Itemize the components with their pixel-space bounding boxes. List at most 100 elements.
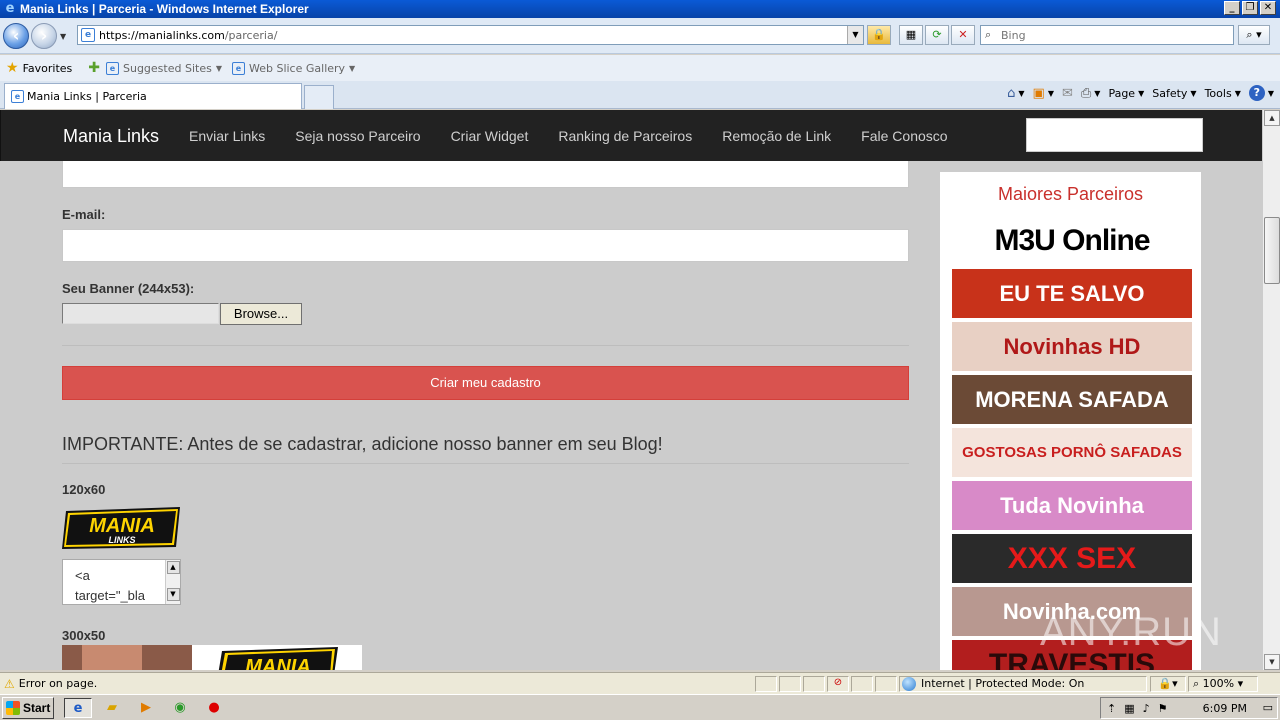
security-zone[interactable]: Internet | Protected Mode: On bbox=[899, 676, 1147, 692]
popup-blocker-icon[interactable]: ⊘ bbox=[827, 676, 849, 692]
textarea-scrollbar[interactable]: ▲ ▼ bbox=[165, 560, 180, 604]
add-to-favorites-button[interactable]: ✚ bbox=[88, 60, 104, 76]
restore-button[interactable]: ❐ bbox=[1242, 1, 1258, 15]
minimize-button[interactable]: _ bbox=[1224, 1, 1240, 15]
previous-text-field[interactable] bbox=[62, 161, 909, 188]
suggested-sites-button[interactable]: e Suggested Sites ▼ bbox=[106, 61, 222, 75]
start-button[interactable]: Start bbox=[2, 697, 54, 719]
suggested-sites-icon: e bbox=[106, 61, 119, 75]
start-label: Start bbox=[23, 701, 51, 715]
scroll-up-icon[interactable]: ▲ bbox=[166, 561, 180, 574]
search-input[interactable] bbox=[1001, 28, 1221, 42]
divider bbox=[62, 463, 909, 464]
scroll-up-arrow-icon[interactable]: ▲ bbox=[1264, 110, 1280, 126]
home-button[interactable]: ⌂ ▼ bbox=[1007, 86, 1024, 101]
tray-expand-icon[interactable]: ⇡ bbox=[1107, 702, 1116, 715]
scrollbar-thumb[interactable] bbox=[1264, 217, 1280, 284]
recent-pages-dropdown-icon[interactable]: ▼ bbox=[60, 32, 66, 41]
page-menu[interactable]: Page ▼ bbox=[1108, 87, 1144, 100]
site-brand-link[interactable]: Mania Links bbox=[63, 126, 159, 147]
protected-mode-icon[interactable]: 🔒▾ bbox=[1150, 676, 1186, 692]
tools-menu[interactable]: Tools ▼ bbox=[1205, 87, 1241, 100]
close-window-button[interactable]: ✕ bbox=[1260, 1, 1276, 15]
windows-taskbar: Start e ▰ ▶ ◉ ● ⇡ ▦ ♪ ⚑ 6:09 PM ▭ bbox=[0, 694, 1280, 720]
page-viewport: Mania Links Enviar Links Seja nosso Parce… bbox=[0, 110, 1262, 670]
zone-text: Internet | Protected Mode: On bbox=[921, 677, 1085, 690]
taskbar-ie-icon[interactable]: e bbox=[64, 698, 92, 718]
site-nav-link[interactable]: Seja nosso Parceiro bbox=[280, 128, 435, 144]
refresh-icon[interactable]: ⟳ bbox=[925, 25, 949, 45]
partner-banner[interactable]: Novinhas HD bbox=[952, 322, 1192, 371]
favorites-button[interactable]: ★ Favorites bbox=[6, 60, 72, 76]
command-bar: ⌂ ▼ ▣ ▼ ✉ ⎙ ▼ Page ▼ Safety ▼ Tools ▼ ? ▼ bbox=[1007, 85, 1274, 101]
help-menu[interactable]: ? ▼ bbox=[1248, 85, 1274, 101]
stop-icon[interactable]: ✕ bbox=[951, 25, 975, 45]
taskbar-folder-icon[interactable]: ▰ bbox=[98, 698, 126, 718]
watermark-text: ANY.RUN bbox=[1040, 610, 1222, 654]
taskbar-chrome-icon[interactable]: ◉ bbox=[166, 698, 194, 718]
taskbar-media-player-icon[interactable]: ▶ bbox=[132, 698, 160, 718]
partner-banner[interactable]: Tuda Novinha bbox=[952, 481, 1192, 530]
create-account-button[interactable]: Criar meu cadastro bbox=[62, 366, 909, 400]
banner-file-path-field[interactable] bbox=[62, 303, 219, 324]
ie-logo-icon: e bbox=[5, 1, 15, 16]
show-desktop-icon[interactable]: ▭ bbox=[1263, 701, 1273, 714]
compatibility-view-icon[interactable]: ▦ bbox=[899, 25, 923, 45]
partner-banner[interactable]: M3U Online bbox=[952, 216, 1192, 265]
tray-volume-icon[interactable]: ♪ bbox=[1143, 702, 1150, 715]
scroll-down-icon[interactable]: ▼ bbox=[166, 588, 180, 601]
web-slice-gallery-button[interactable]: e Web Slice Gallery ▼ bbox=[231, 61, 355, 75]
tray-network-icon[interactable]: ▦ bbox=[1124, 702, 1134, 715]
search-box[interactable]: ⌕ bbox=[980, 25, 1234, 45]
new-tab-button[interactable] bbox=[304, 85, 334, 109]
partner-banner[interactable]: GOSTOSAS PORNÔ SAFADAS bbox=[952, 428, 1192, 477]
address-dropdown-icon[interactable]: ▼ bbox=[847, 26, 863, 44]
status-cell bbox=[755, 676, 777, 692]
site-nav-link[interactable]: Fale Conosco bbox=[846, 128, 962, 144]
warning-icon[interactable]: ⚠ bbox=[4, 677, 15, 691]
taskbar-antivirus-icon[interactable]: ● bbox=[200, 698, 228, 718]
scroll-down-arrow-icon[interactable]: ▼ bbox=[1264, 654, 1280, 670]
status-bar: ⚠ Error on page. ⊘ Internet | Protected … bbox=[0, 672, 1280, 694]
tray-flag-icon[interactable]: ⚑ bbox=[1158, 702, 1168, 715]
banner-logo-bottom-text: LINKS bbox=[109, 535, 136, 545]
help-icon: ? bbox=[1248, 85, 1265, 101]
site-nav-link[interactable]: Enviar Links bbox=[174, 128, 280, 144]
lock-icon[interactable]: 🔒 bbox=[867, 25, 891, 45]
banner-logo-top-text: MANIA bbox=[89, 515, 155, 537]
partner-banner[interactable]: EU TE SALVO bbox=[952, 269, 1192, 318]
search-button[interactable]: ⌕ ▾ bbox=[1238, 25, 1270, 45]
print-button[interactable]: ⎙ ▼ bbox=[1081, 86, 1101, 101]
tab-mania-links[interactable]: e Mania Links | Parceria bbox=[4, 83, 302, 109]
banner-size-300-label: 300x50 bbox=[62, 628, 106, 643]
code-snippet-text: <a target="_bla bbox=[75, 568, 146, 603]
feeds-button[interactable]: ▣ ▼ bbox=[1033, 86, 1054, 101]
clock[interactable]: 6:09 PM bbox=[1203, 702, 1247, 715]
mania-links-banner-120: MANIA LINKS bbox=[62, 507, 180, 549]
browse-button[interactable]: Browse... bbox=[220, 303, 302, 325]
favorites-label: Favorites bbox=[22, 61, 73, 75]
rss-icon: ▣ bbox=[1032, 85, 1045, 101]
partner-banner-text: M3U Online bbox=[994, 223, 1150, 257]
status-message[interactable]: Error on page. bbox=[19, 677, 97, 690]
site-nav-link[interactable]: Remoção de Link bbox=[707, 128, 846, 144]
site-search-input[interactable] bbox=[1026, 118, 1203, 152]
page-scrollbar[interactable]: ▲ ▼ bbox=[1262, 110, 1280, 670]
zoom-control[interactable]: ⌕ 100% ▾ bbox=[1188, 676, 1258, 692]
tab-bar: e Mania Links | Parceria ⌂ ▼ ▣ ▼ ✉ ⎙ ▼ Page… bbox=[0, 81, 1280, 109]
partner-banner[interactable]: MORENA SAFADA bbox=[952, 375, 1192, 424]
mail-button[interactable]: ✉ bbox=[1062, 86, 1073, 101]
address-field[interactable]: e https://manialinks.com/parceria/ ▼ bbox=[77, 25, 864, 45]
safety-menu[interactable]: Safety ▼ bbox=[1152, 87, 1196, 100]
email-field[interactable] bbox=[62, 229, 909, 262]
forward-button[interactable]: › bbox=[31, 23, 57, 49]
system-tray: ⇡ ▦ ♪ ⚑ 6:09 PM ▭ bbox=[1100, 697, 1278, 719]
important-notice: IMPORTANTE: Antes de se cadastrar, adici… bbox=[62, 434, 663, 454]
site-nav-link[interactable]: Criar Widget bbox=[436, 128, 544, 144]
globe-icon bbox=[902, 677, 916, 691]
site-nav-link[interactable]: Ranking de Parceiros bbox=[543, 128, 707, 144]
partner-banner[interactable]: XXX SEX bbox=[952, 534, 1192, 583]
banner-code-textarea[interactable]: <a target="_bla ▲ ▼ bbox=[62, 559, 181, 605]
window-titlebar: e Mania Links | Parceria - Windows Inter… bbox=[0, 0, 1280, 18]
back-button[interactable]: ‹ bbox=[3, 23, 29, 49]
